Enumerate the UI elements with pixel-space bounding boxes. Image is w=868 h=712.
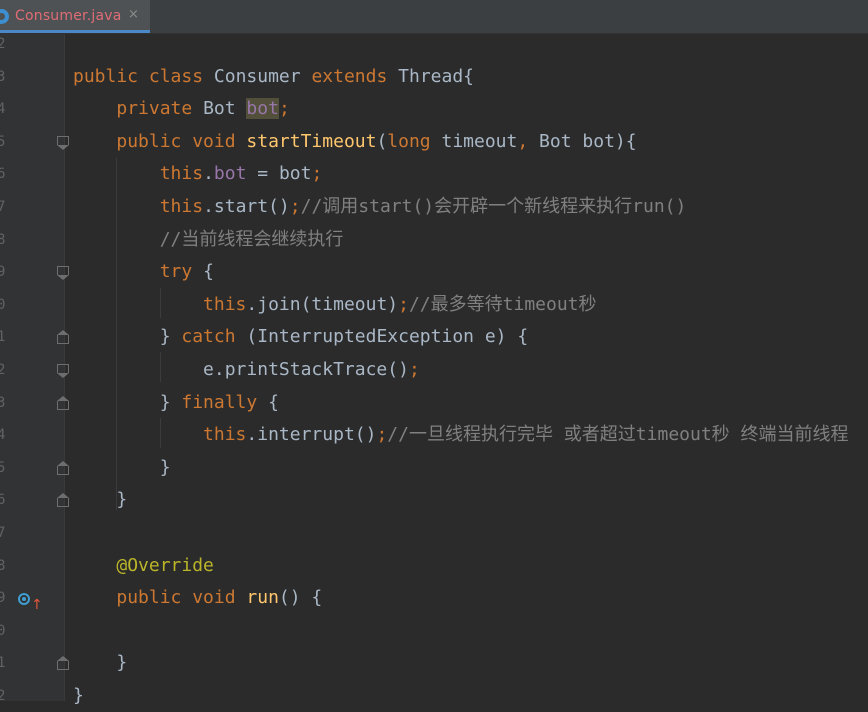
tab-label: Consumer.java [15,8,122,24]
line-number: 5 [0,459,6,476]
code-text[interactable]: this.join(timeout);//最多等待timeout秒 [73,289,596,321]
code-text[interactable]: } [73,452,171,484]
code-text[interactable]: } finally { [73,387,279,419]
override-method-icon[interactable] [18,593,30,606]
code-line[interactable]: 6 } [0,484,868,516]
line-number: 1 [0,655,6,672]
code-line[interactable]: 1 } [0,647,868,679]
code-line[interactable]: 0 [0,615,868,647]
line-number: 2 [0,36,6,52]
indent-guide [116,158,117,510]
line-number: 2 [0,362,6,378]
fold-collapse-icon[interactable] [57,460,69,475]
line-number: 7 [0,525,6,541]
line-number: 5 [0,133,6,150]
line-number: 9 [0,264,6,281]
code-line[interactable]: 8 //当前线程会继续执行 [0,224,868,256]
code-line[interactable]: 9 public void run() {↑ [0,582,868,614]
code-line[interactable]: 9 try { [0,256,868,288]
line-number: 0 [0,622,6,639]
code-line[interactable]: 1 } catch (InterruptedException e) { [0,321,868,353]
code-line[interactable]: 6 this.bot = bot; [0,158,868,190]
code-text[interactable]: //当前线程会继续执行 [73,224,344,256]
code-line[interactable]: 4 this.interrupt();//一旦线程执行完毕 或者超过timeou… [0,419,868,451]
code-line[interactable]: 5 } [0,452,868,484]
code-line[interactable]: 4 private Bot bot; [0,93,868,125]
code-text[interactable]: } [73,647,127,679]
code-text[interactable]: public class Consumer extends Thread{ [73,61,474,93]
code-text[interactable]: } [73,680,84,712]
fold-collapse-icon[interactable] [57,395,69,410]
code-line[interactable]: 3 public class Consumer extends Thread{ [0,61,868,93]
line-number: 6 [0,166,6,183]
line-number: 2 [0,688,6,704]
fold-collapse-icon[interactable] [57,493,69,508]
code-text[interactable]: public void startTimeout(long timeout, B… [73,126,636,158]
code-line[interactable]: 7 this.start();//调用start()会开辟一个新线程来执行run… [0,191,868,223]
code-line[interactable]: 8 @Override [0,550,868,582]
line-number: 8 [0,231,6,248]
line-number: 3 [0,394,6,411]
code-text[interactable]: public void run() { [73,582,322,614]
indent-guide [160,288,161,318]
code-text[interactable]: this.interrupt();//一旦线程执行完毕 或者超过timeout秒… [73,419,848,451]
line-number: 4 [0,101,6,118]
fold-expand-icon[interactable] [57,364,69,378]
code-line[interactable]: 2 [0,28,868,60]
fold-expand-icon[interactable] [57,135,69,150]
code-text[interactable]: } catch (InterruptedException e) { [73,321,529,353]
indent-guide [160,352,161,382]
code-line[interactable]: 2 e.printStackTrace(); [0,354,868,386]
code-text[interactable]: this.bot = bot; [73,158,323,190]
code-line[interactable]: 7 [0,517,868,549]
code-text[interactable]: try { [73,256,214,288]
java-class-icon [0,9,9,24]
code-line[interactable]: 2} [0,680,868,712]
code-text[interactable]: @Override [73,550,214,582]
line-number: 9 [0,590,6,607]
line-number: 8 [0,557,6,574]
line-number: 0 [0,296,6,313]
fold-collapse-icon[interactable] [57,330,69,345]
fold-expand-icon[interactable] [57,266,69,281]
line-number: 6 [0,492,6,509]
code-text[interactable]: this.start();//调用start()会开辟一个新线程来执行run() [73,191,687,223]
fold-collapse-icon[interactable] [57,656,69,671]
code-text[interactable]: private Bot bot; [73,93,290,125]
code-line[interactable]: 0 this.join(timeout);//最多等待timeout秒 [0,289,868,321]
code-line[interactable]: 5 public void startTimeout(long timeout,… [0,126,868,158]
indent-guide [160,418,161,448]
line-number: 3 [0,68,6,85]
line-number: 1 [0,329,6,346]
code-line[interactable]: 3 } finally { [0,387,868,419]
line-number: 7 [0,199,6,215]
code-text[interactable]: } [73,484,127,516]
code-text[interactable]: e.printStackTrace(); [73,354,420,386]
line-number: 4 [0,427,6,444]
close-tab-icon[interactable]: × [128,7,139,22]
